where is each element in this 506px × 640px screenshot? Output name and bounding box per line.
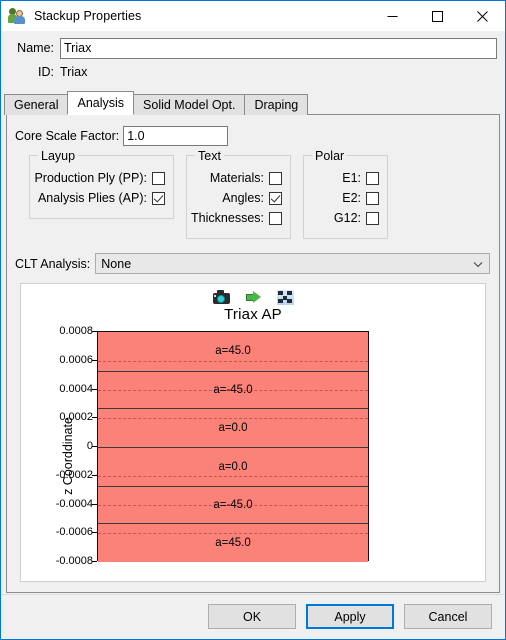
- tab-strip: General Analysis Solid Model Opt. Drapin…: [1, 91, 505, 115]
- ply-angle-label: a=0.0: [218, 422, 248, 435]
- tab-general[interactable]: General: [4, 94, 69, 115]
- analysis-plies-label: Analysis Plies (AP):: [37, 191, 147, 205]
- users-icon: [8, 7, 26, 25]
- plot-area: z Coorddinate 0.0008 0.0006 0.0004 0.0002 0-…: [21, 325, 485, 581]
- id-label: ID:: [38, 65, 54, 79]
- y-tick-label: -0.0004: [55, 497, 93, 510]
- stackup-properties-dialog: Stackup Properties Name: Triax ID: Triax…: [0, 0, 506, 640]
- chevron-down-icon: [473, 261, 483, 267]
- y-tick-label: -0.0008: [55, 555, 93, 567]
- angles-row[interactable]: Angles:: [195, 188, 282, 208]
- ply-angle-label: a=-45.0: [213, 384, 253, 396]
- thicknesses-row[interactable]: Thicknesses:: [191, 208, 282, 228]
- analysis-tab-page: Core Scale Factor: Layup Production Ply …: [6, 114, 500, 593]
- production-ply-label: Production Ply (PP):: [34, 171, 147, 185]
- close-button[interactable]: [460, 1, 505, 31]
- fit-to-view-icon[interactable]: [276, 289, 295, 306]
- y-tick-label: -0.0002: [55, 468, 93, 481]
- gridline: [98, 360, 368, 362]
- option-groups: Layup Production Ply (PP): Analysis Plie…: [29, 149, 499, 239]
- gridline: [98, 475, 368, 477]
- ply-angle-label: a=45.0: [215, 537, 251, 550]
- ply-angle-label: a=-45.0: [213, 499, 253, 511]
- clt-analysis-value: None: [101, 256, 132, 271]
- green-arrow-icon[interactable]: [244, 289, 263, 306]
- ply-band: a=45.0: [98, 523, 368, 562]
- gridline: [98, 533, 368, 535]
- core-scale-factor-row: Core Scale Factor:: [15, 125, 499, 147]
- ply-band: a=0.0: [98, 408, 368, 447]
- window-controls: [370, 1, 505, 31]
- production-ply-row[interactable]: Production Ply (PP):: [34, 168, 165, 188]
- chart-title: Triax AP: [224, 306, 282, 323]
- production-ply-checkbox[interactable]: [152, 171, 165, 185]
- thicknesses-checkbox[interactable]: [269, 211, 282, 225]
- stackup-chart-panel: Triax AP z Coorddinate 0.0008 0.0006 0.000…: [20, 283, 486, 582]
- id-row: ID: Triax: [9, 60, 497, 84]
- core-scale-factor-input[interactable]: [123, 126, 229, 146]
- g12-label: G12:: [333, 211, 361, 225]
- e2-label: E2:: [342, 191, 361, 205]
- core-scale-factor-label: Core Scale Factor:: [15, 129, 120, 143]
- layup-group-title: Layup: [38, 149, 79, 163]
- materials-row[interactable]: Materials:: [195, 168, 282, 188]
- e1-label: E1:: [342, 171, 361, 185]
- ply-angle-label: a=0.0: [218, 460, 248, 473]
- thicknesses-label: Thicknesses:: [191, 211, 264, 225]
- plot-toolbar: [21, 284, 485, 305]
- clt-analysis-label: CLT Analysis:: [15, 256, 91, 271]
- e2-checkbox[interactable]: [366, 191, 379, 205]
- materials-label: Materials:: [209, 171, 264, 185]
- y-tick-mark: [92, 561, 97, 562]
- e2-row[interactable]: E2:: [312, 188, 379, 208]
- ok-button[interactable]: OK: [208, 604, 296, 629]
- minimize-button[interactable]: [370, 1, 415, 31]
- materials-checkbox[interactable]: [269, 171, 282, 185]
- apply-button[interactable]: Apply: [306, 604, 394, 629]
- g12-row[interactable]: G12:: [312, 208, 379, 228]
- gridline: [98, 418, 368, 420]
- id-value: Triax: [60, 65, 88, 79]
- y-axis-ticks: 0.0008 0.0006 0.0004 0.0002 0 -0.0002 -0.0004-…: [39, 325, 97, 567]
- minimize-icon: [387, 15, 398, 17]
- g12-checkbox[interactable]: [366, 211, 379, 225]
- close-icon: [477, 10, 488, 22]
- plot-box: a=45.0 a=-45.0 a=0.0 a=0.0 a=-45.0 a=45.0: [97, 331, 369, 562]
- analysis-plies-checkbox[interactable]: [152, 191, 165, 205]
- tab-solid-model-opt[interactable]: Solid Model Opt.: [133, 94, 246, 115]
- y-tick-label: 0.0004: [59, 382, 93, 395]
- e1-row[interactable]: E1:: [312, 168, 379, 188]
- header-fields: Name: ID: Triax: [1, 32, 505, 84]
- ply-angle-label: a=45.0: [215, 345, 251, 358]
- maximize-icon: [432, 10, 443, 22]
- text-group-title: Text: [195, 149, 224, 163]
- cancel-button[interactable]: Cancel: [404, 604, 492, 629]
- tab-draping[interactable]: Draping: [244, 94, 309, 115]
- clt-analysis-row: CLT Analysis: None: [15, 253, 499, 274]
- name-input[interactable]: [60, 37, 497, 59]
- angles-label: Angles:: [222, 191, 264, 205]
- y-tick-label: 0.0002: [59, 411, 93, 424]
- text-group: Text Materials: Angles: Thicknesses:: [186, 149, 291, 239]
- name-label: Name:: [17, 41, 54, 55]
- polar-group-title: Polar: [312, 149, 348, 163]
- camera-icon[interactable]: [212, 289, 231, 306]
- clt-analysis-select[interactable]: None: [95, 253, 490, 274]
- analysis-plies-row[interactable]: Analysis Plies (AP):: [38, 188, 165, 208]
- ply-band: a=0.0: [98, 447, 368, 486]
- dialog-footer: OK Apply Cancel: [1, 594, 505, 639]
- e1-checkbox[interactable]: [366, 171, 379, 185]
- ply-band: a=45.0: [98, 332, 368, 371]
- title-bar: Stackup Properties: [1, 1, 505, 32]
- y-tick-label: 0.0006: [59, 353, 93, 366]
- window-title: Stackup Properties: [34, 9, 142, 23]
- angles-checkbox[interactable]: [269, 191, 282, 205]
- y-tick-label: -0.0006: [55, 526, 93, 539]
- layup-group: Layup Production Ply (PP): Analysis Plie…: [29, 149, 174, 219]
- name-row: Name:: [9, 36, 497, 60]
- polar-group: Polar E1: E2: G12:: [303, 149, 388, 239]
- y-tick-label: 0.0008: [59, 325, 93, 337]
- tab-analysis[interactable]: Analysis: [67, 91, 135, 115]
- maximize-button[interactable]: [415, 1, 460, 31]
